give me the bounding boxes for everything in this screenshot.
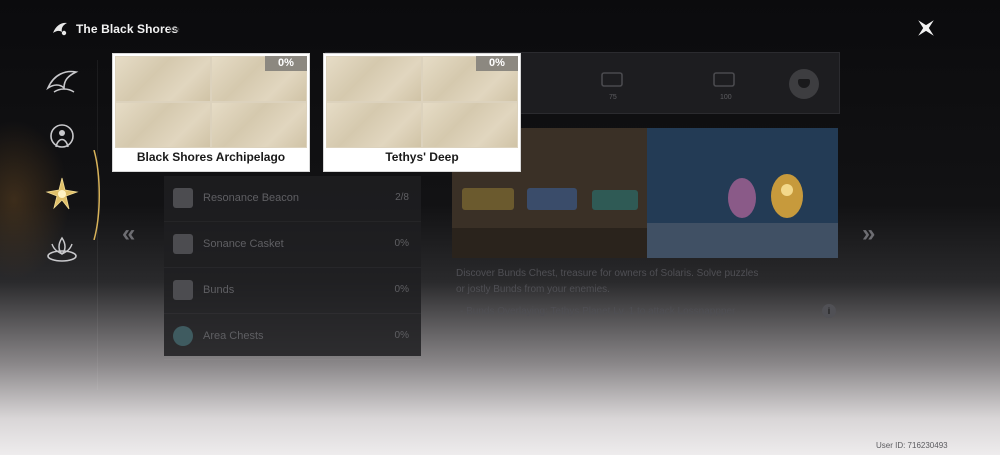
beacon-icon (173, 188, 193, 208)
list-item-label: Bunds (203, 284, 235, 296)
list-item-label: Resonance Beacon (203, 192, 300, 204)
list-item[interactable]: Resonance Beacon 2/8 (164, 176, 421, 222)
user-id: User ID: 716230493 (876, 441, 948, 450)
list-item-value: 0% (394, 238, 409, 249)
rail-active-bracket (93, 150, 100, 240)
list-item-value: 2/8 (395, 192, 409, 203)
progress-badge: 0% (265, 56, 307, 71)
map-preview: 0% (115, 56, 307, 148)
card-title: Tethys' Deep (385, 150, 459, 164)
star-burst-icon[interactable] (42, 174, 82, 214)
black-shores-emblem-icon (53, 22, 67, 36)
list-item-value: 0% (394, 284, 409, 295)
card-title: Black Shores Archipelago (136, 150, 286, 164)
reward-icon[interactable] (789, 69, 819, 99)
hooded-figure-icon[interactable] (42, 117, 82, 157)
info-icon[interactable]: i (822, 304, 836, 318)
casket-icon (173, 234, 193, 254)
previous-region-button[interactable]: « (122, 220, 136, 248)
map-card-black-shores-archipelago[interactable]: 0% Black Shores Archipelago (112, 53, 310, 172)
chest-icon (601, 72, 623, 87)
region-description-line: Discover Bunds Chest, treasure for owner… (456, 268, 759, 279)
collection-list: Resonance Beacon 2/8 Sonance Casket 0% B… (164, 176, 421, 360)
list-item[interactable]: Sonance Casket 0% (164, 222, 421, 268)
chest-icon (713, 72, 735, 87)
region-description-line: - Bunds Overlaying: Tethys Planet Lv. 1 … (460, 306, 736, 317)
bunds-icon (173, 280, 193, 300)
lotus-ring-icon[interactable] (42, 230, 82, 270)
page-title-trail: ine (169, 25, 180, 34)
chest-orb-icon (173, 326, 193, 346)
swallow-emblem-icon[interactable] (42, 62, 82, 102)
region-description-line: or jostly Bunds from your enemies. (456, 284, 610, 295)
next-region-button[interactable]: » (862, 220, 876, 248)
progress-badge: 0% (476, 56, 518, 71)
stat-label: 100 (720, 94, 732, 101)
map-preview: 0% (326, 56, 518, 148)
close-icon[interactable] (912, 14, 940, 42)
map-card-tethys-deep[interactable]: 0% Tethys' Deep (323, 53, 521, 172)
page-title: The Black Shores (76, 22, 179, 36)
list-item-label: Sonance Casket (203, 238, 284, 250)
list-item-label: Area Chests (203, 330, 264, 342)
list-item[interactable]: Area Chests 0% (164, 314, 421, 360)
list-item[interactable]: Bunds 0% (164, 268, 421, 314)
stat-label: 75 (609, 94, 617, 101)
list-item-value: 0% (394, 330, 409, 341)
